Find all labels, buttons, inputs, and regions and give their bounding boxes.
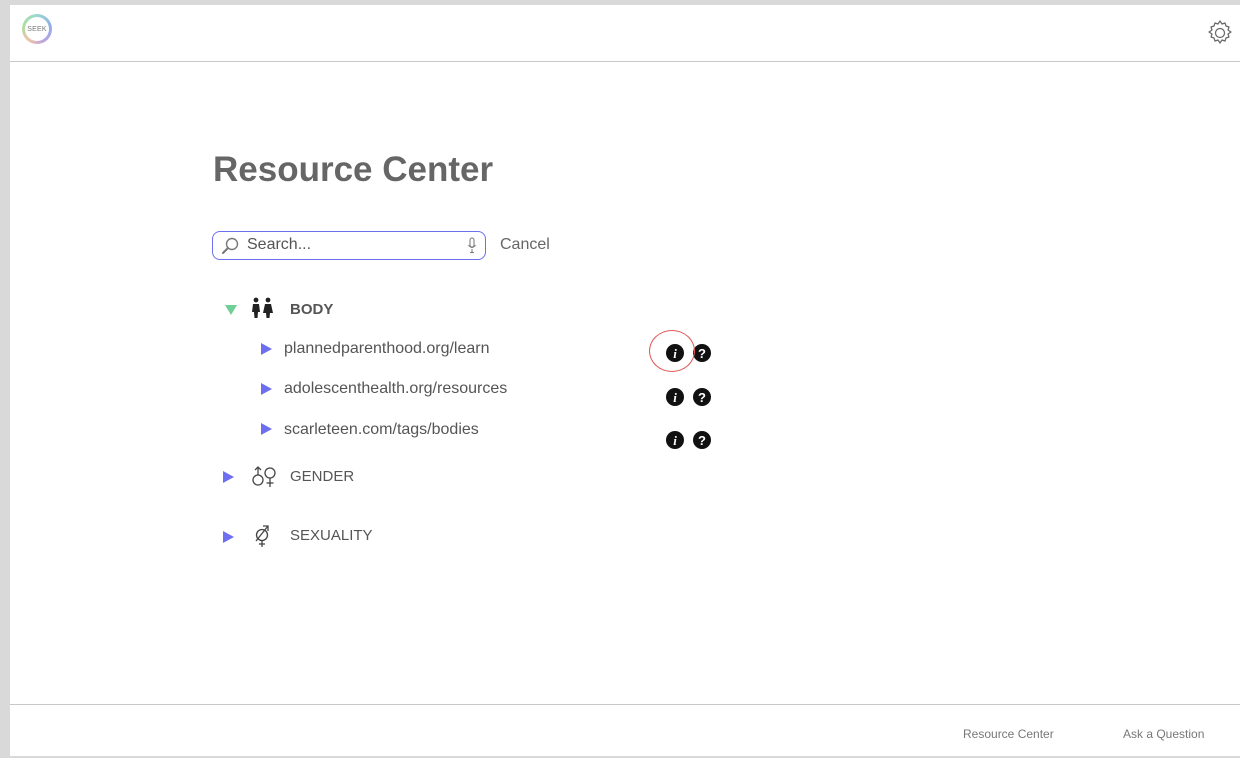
page-title: Resource Center (213, 150, 494, 189)
search-input[interactable] (247, 235, 457, 255)
expand-triangle-icon[interactable] (223, 531, 234, 543)
expand-triangle-icon[interactable] (261, 423, 272, 435)
category-label-sexuality[interactable]: SEXUALITY (290, 527, 373, 544)
question-icon[interactable]: ? (693, 431, 711, 449)
info-icon[interactable]: i (666, 388, 684, 406)
resource-link[interactable]: adolescenthealth.org/resources (284, 380, 507, 398)
expand-triangle-icon[interactable] (261, 383, 272, 395)
resource-link[interactable]: plannedparenthood.org/learn (284, 340, 490, 358)
search-icon (222, 237, 239, 254)
seek-logo[interactable]: SEEK (22, 14, 52, 44)
gear-icon[interactable] (1206, 19, 1234, 47)
question-icon[interactable]: ? (693, 344, 711, 362)
gender-symbols-icon (252, 466, 276, 487)
bottom-nav: Resource Center Ask a Question (10, 704, 1240, 757)
collapse-triangle-icon[interactable] (225, 305, 237, 315)
search-box[interactable] (212, 231, 486, 260)
category-label-body[interactable]: BODY (290, 301, 333, 318)
info-icon[interactable]: i (666, 431, 684, 449)
cancel-button[interactable]: Cancel (500, 236, 550, 254)
category-label-gender[interactable]: GENDER (290, 468, 354, 485)
nav-resource-center[interactable]: Resource Center (963, 727, 1054, 741)
top-bar: SEEK (10, 5, 1240, 62)
sexuality-symbol-icon (255, 525, 269, 547)
expand-triangle-icon[interactable] (223, 471, 234, 483)
resource-link[interactable]: scarleteen.com/tags/bodies (284, 421, 479, 439)
logo-text: SEEK (25, 17, 49, 41)
nav-ask-a-question[interactable]: Ask a Question (1123, 727, 1204, 741)
question-icon[interactable]: ? (693, 388, 711, 406)
app-frame (0, 0, 1240, 758)
people-icon (252, 297, 273, 318)
microphone-icon[interactable] (467, 237, 477, 255)
expand-triangle-icon[interactable] (261, 343, 272, 355)
info-icon[interactable]: i (666, 344, 684, 362)
